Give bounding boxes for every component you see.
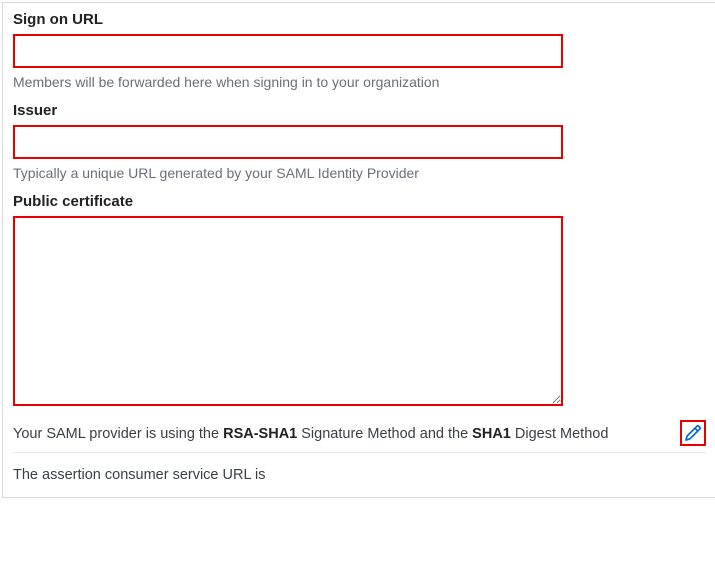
provider-info-suffix: Digest Method (511, 426, 609, 442)
saml-settings-panel: Sign on URL Members will be forwarded he… (2, 2, 715, 498)
public-cert-textarea[interactable] (13, 216, 563, 406)
sign-on-url-group: Sign on URL Members will be forwarded he… (13, 11, 706, 90)
edit-methods-button[interactable] (680, 420, 706, 446)
assertion-url-text: The assertion consumer service URL is (13, 467, 266, 483)
issuer-group: Issuer Typically a unique URL generated … (13, 102, 706, 181)
provider-digest-method: SHA1 (472, 426, 511, 442)
issuer-label: Issuer (13, 102, 706, 119)
public-cert-label: Public certificate (13, 193, 706, 210)
provider-info-prefix: Your SAML provider is using the (13, 426, 223, 442)
public-cert-group: Public certificate (13, 193, 706, 406)
provider-info-mid: Signature Method and the (297, 426, 472, 442)
sign-on-url-label: Sign on URL (13, 11, 706, 28)
issuer-helper: Typically a unique URL generated by your… (13, 165, 706, 181)
sign-on-url-input[interactable] (13, 34, 563, 68)
pencil-icon (684, 424, 702, 442)
provider-info-row: Your SAML provider is using the RSA-SHA1… (13, 422, 706, 453)
provider-sig-method: RSA-SHA1 (223, 426, 297, 442)
assertion-url-row: The assertion consumer service URL is (13, 467, 706, 483)
sign-on-url-helper: Members will be forwarded here when sign… (13, 74, 706, 90)
issuer-input[interactable] (13, 125, 563, 159)
